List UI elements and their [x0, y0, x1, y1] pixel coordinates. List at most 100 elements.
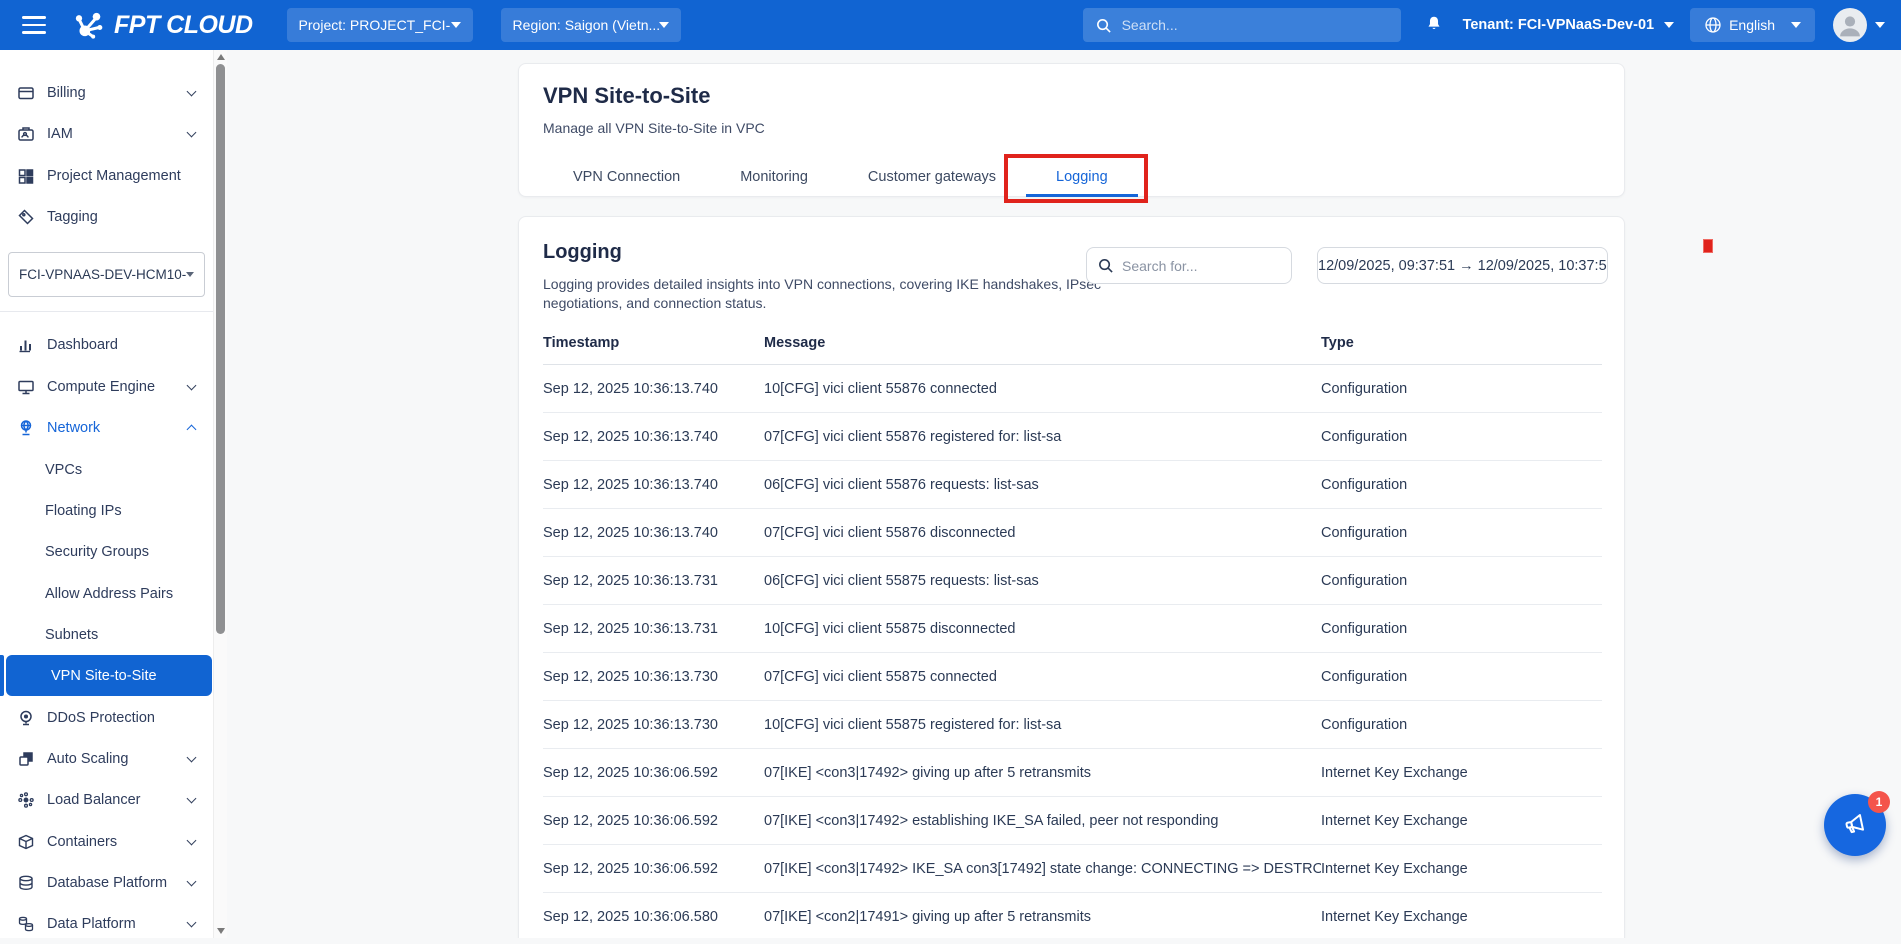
log-message: 10[CFG] vici client 55876 connected	[764, 381, 1321, 397]
sidebar-item-label: Tagging	[47, 209, 98, 225]
table-row: Sep 12, 2025 10:36:06.592 07[IKE] <con3|…	[543, 797, 1602, 845]
tab-monitoring[interactable]: Monitoring	[710, 158, 838, 196]
log-timestamp: Sep 12, 2025 10:36:13.740	[543, 381, 764, 397]
tab-logging-label: Logging	[1056, 169, 1108, 185]
chevron-down-icon	[187, 835, 197, 845]
logging-card: Logging Logging provides detailed insigh…	[518, 216, 1625, 938]
sidebar-item-label: Security Groups	[45, 544, 149, 560]
sidebar-item-security-groups[interactable]: Security Groups	[0, 531, 213, 572]
sidebar-item-network[interactable]: Network	[0, 407, 213, 448]
logging-description: Logging provides detailed insights into …	[543, 275, 1173, 313]
log-search-input[interactable]	[1122, 258, 1281, 274]
sidebar-divider	[0, 311, 213, 312]
user-avatar[interactable]	[1833, 8, 1867, 42]
column-header-message: Message	[764, 335, 1321, 351]
log-timestamp: Sep 12, 2025 10:36:13.730	[543, 669, 764, 685]
chevron-down-icon	[187, 876, 197, 886]
sidebar-item-label: IAM	[47, 126, 73, 142]
table-row: Sep 12, 2025 10:36:13.740 10[CFG] vici c…	[543, 365, 1602, 413]
log-message: 07[IKE] <con3|17492> establishing IKE_SA…	[764, 813, 1321, 829]
sidebar-item-label: VPN Site-to-Site	[51, 668, 157, 684]
log-timestamp: Sep 12, 2025 10:36:13.731	[543, 621, 764, 637]
globe-icon	[1704, 16, 1722, 34]
chevron-down-icon[interactable]	[1875, 22, 1885, 28]
language-selector[interactable]: English	[1690, 8, 1815, 42]
sidebar-item-label: Database Platform	[47, 875, 167, 891]
dashboard-icon	[16, 336, 36, 354]
database-platform-icon	[16, 874, 36, 892]
log-table: Timestamp Message Type Sep 12, 2025 10:3…	[543, 321, 1602, 938]
log-type: Configuration	[1321, 429, 1602, 445]
sidebar-item-label: Auto Scaling	[47, 751, 128, 767]
tenant-selector[interactable]: Tenant: FCI-VPNaaS-Dev-01	[1463, 17, 1675, 33]
scrollbar-up-arrow[interactable]	[217, 54, 225, 60]
log-timestamp: Sep 12, 2025 10:36:13.740	[543, 477, 764, 493]
chevron-down-icon	[187, 793, 197, 803]
scrollbar-thumb[interactable]	[216, 64, 225, 634]
tab-customer-gateways[interactable]: Customer gateways	[838, 158, 1026, 196]
sidebar-item-subnets[interactable]: Subnets	[0, 614, 213, 655]
table-row: Sep 12, 2025 10:36:13.730 10[CFG] vici c…	[543, 701, 1602, 749]
sidebar-item-vpn-site-to-site[interactable]: VPN Site-to-Site	[6, 655, 212, 696]
fpt-cloud-logo[interactable]: FPT CLOUD	[72, 10, 253, 40]
megaphone-icon	[1840, 810, 1870, 840]
sidebar-item-auto-scaling[interactable]: Auto Scaling	[0, 738, 213, 779]
log-table-body: Sep 12, 2025 10:36:13.740 10[CFG] vici c…	[543, 365, 1602, 938]
sidebar-item-database-platform[interactable]: Database Platform	[0, 862, 213, 903]
tab-logging[interactable]: Logging	[1026, 158, 1138, 196]
language-label: English	[1729, 17, 1775, 33]
sidebar-item-label: VPCs	[45, 462, 82, 478]
sidebar-item-dashboard[interactable]: Dashboard	[0, 324, 213, 365]
iam-icon	[16, 125, 36, 143]
network-icon	[16, 419, 36, 437]
notification-bell-icon[interactable]	[1423, 13, 1445, 37]
compute-engine-icon	[16, 378, 36, 396]
sidebar-item-floating-ips[interactable]: Floating IPs	[0, 490, 213, 531]
log-timestamp: Sep 12, 2025 10:36:13.731	[543, 573, 764, 589]
sidebar-scrollbar[interactable]	[213, 50, 227, 938]
hamburger-menu-icon[interactable]	[22, 16, 46, 34]
chevron-down-icon	[451, 22, 461, 28]
sidebar-item-tagging[interactable]: Tagging	[0, 196, 213, 237]
notification-badge: 1	[1868, 791, 1890, 813]
sidebar-item-allow-address-pairs[interactable]: Allow Address Pairs	[0, 573, 213, 614]
sidebar-item-compute-engine[interactable]: Compute Engine	[0, 366, 213, 407]
sidebar-item-label: Load Balancer	[47, 792, 141, 808]
date-range-picker[interactable]	[1317, 247, 1608, 284]
global-search[interactable]	[1083, 8, 1401, 42]
vpc-select[interactable]: FCI-VPNAAS-DEV-HCM10-...	[8, 252, 205, 297]
chevron-up-icon	[187, 425, 197, 435]
log-type: Configuration	[1321, 669, 1602, 685]
column-header-timestamp: Timestamp	[543, 335, 764, 351]
region-selector[interactable]: Region: Saigon (Vietn...	[501, 8, 681, 42]
sidebar-item-label: Data Platform	[47, 916, 136, 932]
sidebar-item-project-management[interactable]: Project Management	[0, 155, 213, 196]
logging-heading: Logging	[543, 241, 622, 264]
tab-vpn-connection[interactable]: VPN Connection	[543, 158, 710, 196]
announcements-button[interactable]: 1	[1824, 794, 1886, 856]
log-type: Internet Key Exchange	[1321, 909, 1602, 925]
log-type: Internet Key Exchange	[1321, 765, 1602, 781]
sidebar-nav: Billing IAM Project Management Tagging F…	[0, 50, 227, 938]
sidebar-item-load-balancer[interactable]: Load Balancer	[0, 779, 213, 820]
log-message: 07[IKE] <con2|17491> giving up after 5 r…	[764, 909, 1321, 925]
log-message: 07[CFG] vici client 55876 disconnected	[764, 525, 1321, 541]
scrollbar-down-arrow[interactable]	[217, 928, 225, 934]
log-search-box[interactable]	[1086, 247, 1292, 284]
sidebar-item-billing[interactable]: Billing	[0, 72, 213, 113]
log-timestamp: Sep 12, 2025 10:36:13.740	[543, 525, 764, 541]
sidebar-item-label: Subnets	[45, 627, 98, 643]
search-icon	[1097, 257, 1114, 274]
global-search-input[interactable]	[1122, 17, 1389, 33]
log-type: Configuration	[1321, 525, 1602, 541]
sidebar-item-ddos-protection[interactable]: DDoS Protection	[0, 697, 213, 738]
table-row: Sep 12, 2025 10:36:13.740 07[CFG] vici c…	[543, 413, 1602, 461]
chevron-down-icon	[187, 86, 197, 96]
chevron-down-icon	[187, 752, 197, 762]
sidebar-item-containers[interactable]: Containers	[0, 821, 213, 862]
log-timestamp: Sep 12, 2025 10:36:13.730	[543, 717, 764, 733]
sidebar-item-vpcs[interactable]: VPCs	[0, 449, 213, 490]
table-row: Sep 12, 2025 10:36:06.592 07[IKE] <con3|…	[543, 749, 1602, 797]
sidebar-item-iam[interactable]: IAM	[0, 113, 213, 154]
project-selector[interactable]: Project: PROJECT_FCI-...	[287, 8, 473, 42]
